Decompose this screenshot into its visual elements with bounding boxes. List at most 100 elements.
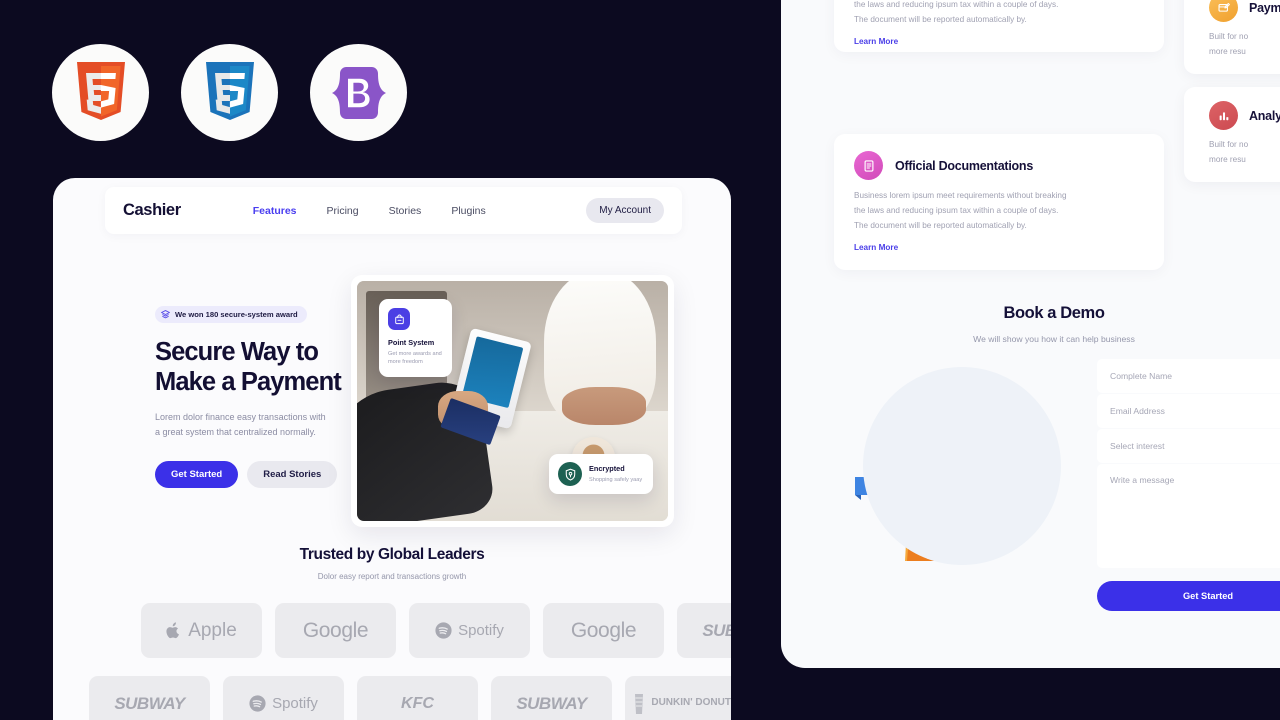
feature-card-1-body-line2: the laws and reducing ipsum tax within a… [854, 0, 1059, 10]
message-textarea[interactable]: Write a message [1097, 464, 1280, 568]
feature-card-2-body-line1: Business lorem ipsum meet requirements w… [854, 191, 1067, 200]
right-website-panel: Business lorem ipsum meet requirements w… [781, 0, 1280, 668]
side-card-analytics-head: Analyti [1209, 101, 1280, 130]
client-logo-google-2: Google [543, 603, 664, 658]
feature-card-2-learn-more-link[interactable]: Learn More [834, 234, 1164, 252]
demo-get-started-button[interactable]: Get Started [1097, 581, 1280, 611]
spotify-icon [249, 695, 266, 712]
complete-name-field[interactable]: Complete Name [1097, 359, 1280, 393]
css3-icon [205, 61, 254, 120]
document-icon [854, 151, 883, 180]
client-logo-subway-3-label: SUBWAY [516, 693, 587, 713]
client-logo-spotify-1: Spotify [409, 603, 530, 658]
side-card-analytics-title: Analyti [1249, 108, 1280, 123]
client-logo-apple: Apple [141, 603, 262, 658]
client-logo-dunkin: DUNKIN' DONUTS [625, 676, 731, 720]
illustration-bg-circle [863, 367, 1061, 565]
client-logo-subway-1: SUBWAY [677, 603, 731, 658]
my-account-button[interactable]: My Account [586, 198, 664, 223]
side-card-analytics-body: Built for no more resu [1209, 137, 1280, 167]
side-card-payment-body-line1: Built for no [1209, 32, 1249, 41]
demo-form: Complete Name Email Address Select inter… [1097, 359, 1280, 611]
bootstrap-icon [331, 66, 386, 119]
nav-item-stories[interactable]: Stories [389, 205, 422, 217]
book-demo-content: Complete Name Email Address Select inter… [849, 359, 1280, 611]
client-logo-row-1: Apple Google Spotify Google SUBWAY [141, 603, 731, 658]
book-demo-title: Book a Demo [1003, 304, 1105, 322]
encrypted-desc: Shopping safely yaay [589, 476, 643, 483]
read-stories-button[interactable]: Read Stories [247, 460, 338, 488]
encrypted-title: Encrypted [589, 463, 625, 473]
client-logo-google-1: Google [275, 603, 396, 658]
feature-card-2-head: Official Documentations [834, 134, 1164, 180]
feature-card-1: Business lorem ipsum meet requirements w… [834, 0, 1164, 52]
nav-item-features[interactable]: Features [253, 205, 297, 217]
client-logo-spotify-2-label: Spotify [272, 695, 318, 712]
payment-edit-icon [1209, 0, 1238, 22]
spotify-icon [435, 622, 452, 639]
apple-icon [166, 622, 180, 639]
client-logo-subway-2: SUBWAY [89, 676, 210, 720]
shield-lock-icon [558, 462, 582, 486]
client-logo-apple-label: Apple [188, 619, 237, 641]
css3-logo-badge [181, 44, 278, 141]
person-with-tablet-illustration [849, 359, 1081, 574]
nav-item-pricing[interactable]: Pricing [327, 205, 359, 217]
client-logo-google-2-label: Google [570, 618, 637, 642]
shopping-bag-icon [388, 308, 410, 330]
feature-card-2-title: Official Documentations [895, 158, 1034, 173]
side-card-payment-body: Built for no more resu [1209, 29, 1280, 59]
point-system-title: Point System [388, 338, 435, 347]
feature-card-1-body-line3: The document will be reported automatica… [854, 15, 1027, 25]
analytics-bar-icon [1209, 101, 1238, 130]
email-address-field[interactable]: Email Address [1097, 394, 1280, 428]
select-interest-dropdown[interactable]: Select interest [1097, 429, 1280, 463]
brand-logo[interactable]: Cashier [123, 201, 181, 220]
client-logo-dunkin-label: DUNKIN' DONUTS [651, 697, 731, 709]
point-system-desc-line1: Get more awards and [388, 351, 442, 357]
nav-item-plugins[interactable]: Plugins [451, 205, 485, 217]
feature-card-2-body-line2: the laws and reducing ipsum tax within a… [854, 206, 1059, 216]
left-website-panel: Cashier Features Pricing Stories Plugins… [53, 178, 731, 720]
html5-logo-badge [52, 44, 149, 141]
hero-image-frame: Point System Get more awards and more fr… [351, 275, 674, 527]
site-navbar: Cashier Features Pricing Stories Plugins… [105, 187, 682, 234]
encrypted-card: Encrypted Shopping safely yaay [549, 454, 653, 494]
trusted-section: Trusted by Global Leaders Dolor easy rep… [53, 546, 731, 581]
client-logo-subway-1-label: SUBWAY [702, 620, 731, 640]
side-card-analytics-body-line1: Built for no [1209, 140, 1249, 149]
bootstrap-logo-badge [310, 44, 407, 141]
client-logo-google-1-label: Google [302, 618, 369, 642]
client-logo-row-2: SUBWAY Spotify KFC SUBWAY DUNKIN' DONUTS [89, 676, 731, 720]
side-card-payment-head: Paymen [1209, 0, 1280, 22]
side-card-analytics: Analyti Built for no more resu [1184, 87, 1280, 182]
client-logo-spotify-1-label: Spotify [458, 622, 504, 639]
trusted-subtitle: Dolor easy report and transactions growt… [317, 572, 467, 581]
book-demo-subtitle: We will show you how it can help busines… [973, 334, 1135, 344]
hero-award-badge: We won 180 secure-system award [155, 306, 307, 323]
client-logo-subway-3: SUBWAY [491, 676, 612, 720]
photo-hands [562, 386, 647, 425]
nav-links: Features Pricing Stories Plugins [253, 205, 486, 217]
trusted-title: Trusted by Global Leaders [299, 546, 485, 563]
dunkin-cup-icon [635, 693, 644, 714]
feature-card-1-learn-more-link[interactable]: Learn More [834, 28, 1164, 46]
hero-badge-label: We won 180 secure-system award [175, 310, 298, 319]
get-started-button[interactable]: Get Started [155, 460, 239, 488]
tech-logo-row [52, 44, 407, 141]
encrypted-card-text: Encrypted Shopping safely yaay [589, 464, 642, 484]
side-card-payment: Paymen Built for no more resu [1184, 0, 1280, 74]
feature-card-2-body-line3: The document will be reported automatica… [854, 221, 1027, 231]
client-logo-subway-2-label: SUBWAY [114, 693, 185, 713]
layers-icon [161, 310, 170, 319]
html5-icon [76, 61, 125, 120]
client-logo-kfc-label: KFC [401, 694, 434, 712]
client-logo-kfc: KFC [357, 676, 478, 720]
point-system-desc: Get more awards and more freedom [388, 350, 443, 367]
client-logo-spotify-2: Spotify [223, 676, 344, 720]
feature-card-1-body: Business lorem ipsum meet requirements w… [834, 0, 1164, 28]
screenshot-canvas: Cashier Features Pricing Stories Plugins… [0, 0, 1280, 720]
side-card-payment-body-line2: more resu [1209, 47, 1246, 57]
side-card-payment-title: Paymen [1249, 0, 1280, 15]
feature-card-2: Official Documentations Business lorem i… [834, 134, 1164, 270]
